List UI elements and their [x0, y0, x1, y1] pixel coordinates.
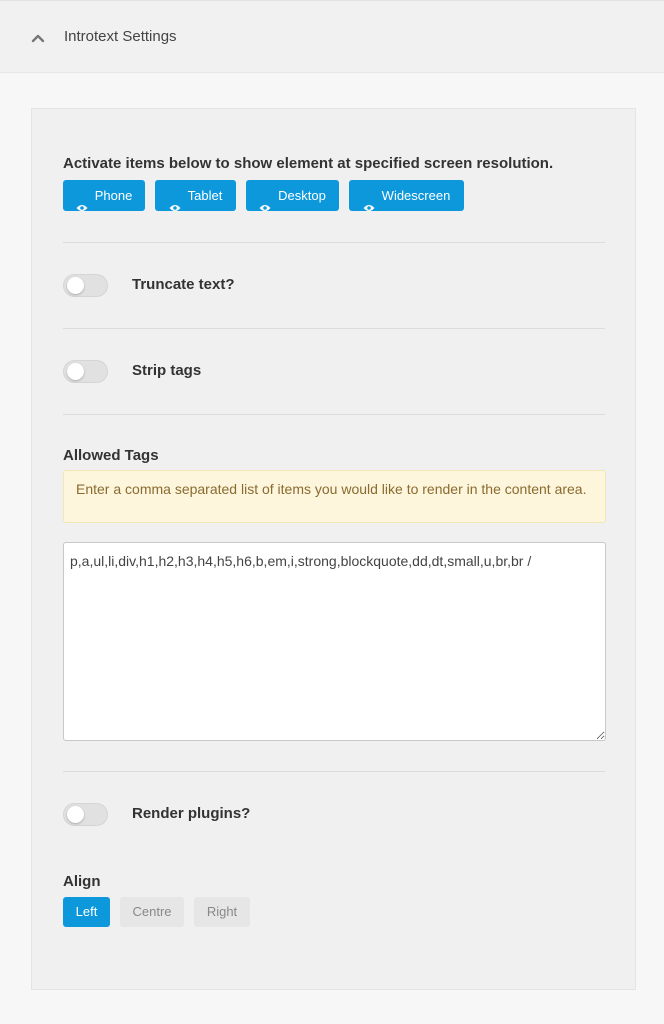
- eye-icon: [363, 192, 375, 211]
- settings-panel: Activate items below to show element at …: [31, 108, 636, 990]
- align-left-button[interactable]: Left: [63, 897, 110, 927]
- panel-title: Introtext Settings: [64, 28, 177, 45]
- align-right-button[interactable]: Right: [194, 897, 250, 927]
- divider: [63, 328, 605, 329]
- truncate-text-toggle[interactable]: [63, 274, 108, 297]
- device-visibility-heading: Activate items below to show element at …: [63, 155, 554, 172]
- widescreen-button-label: Widescreen: [381, 188, 451, 203]
- desktop-button-label: Desktop: [278, 188, 326, 203]
- toggle-knob: [67, 806, 84, 823]
- widescreen-button[interactable]: Widescreen: [349, 180, 464, 211]
- eye-icon: [169, 192, 181, 211]
- panel-header[interactable]: Introtext Settings: [0, 0, 664, 73]
- phone-button[interactable]: Phone: [63, 180, 145, 211]
- desktop-button[interactable]: Desktop: [246, 180, 339, 211]
- tablet-button[interactable]: Tablet: [155, 180, 236, 211]
- allowed-tags-label: Allowed Tags: [63, 447, 159, 464]
- eye-icon: [76, 192, 88, 211]
- render-plugins-label: Render plugins?: [132, 805, 251, 822]
- render-plugins-toggle[interactable]: [63, 803, 108, 826]
- divider: [63, 771, 605, 772]
- align-label: Align: [63, 873, 101, 890]
- align-centre-button[interactable]: Centre: [120, 897, 184, 927]
- tablet-button-label: Tablet: [187, 188, 223, 203]
- allowed-tags-textarea[interactable]: p,a,ul,li,div,h1,h2,h3,h4,h5,h6,b,em,i,s…: [63, 542, 606, 741]
- toggle-knob: [67, 277, 84, 294]
- divider: [63, 242, 605, 243]
- strip-tags-toggle[interactable]: [63, 360, 108, 383]
- phone-button-label: Phone: [94, 188, 133, 203]
- truncate-text-label: Truncate text?: [132, 276, 235, 293]
- divider: [63, 414, 605, 415]
- chevron-up-icon[interactable]: [30, 31, 46, 47]
- eye-icon: [259, 192, 271, 211]
- allowed-tags-note: Enter a comma separated list of items yo…: [63, 470, 606, 523]
- strip-tags-label: Strip tags: [132, 362, 202, 379]
- toggle-knob: [67, 363, 84, 380]
